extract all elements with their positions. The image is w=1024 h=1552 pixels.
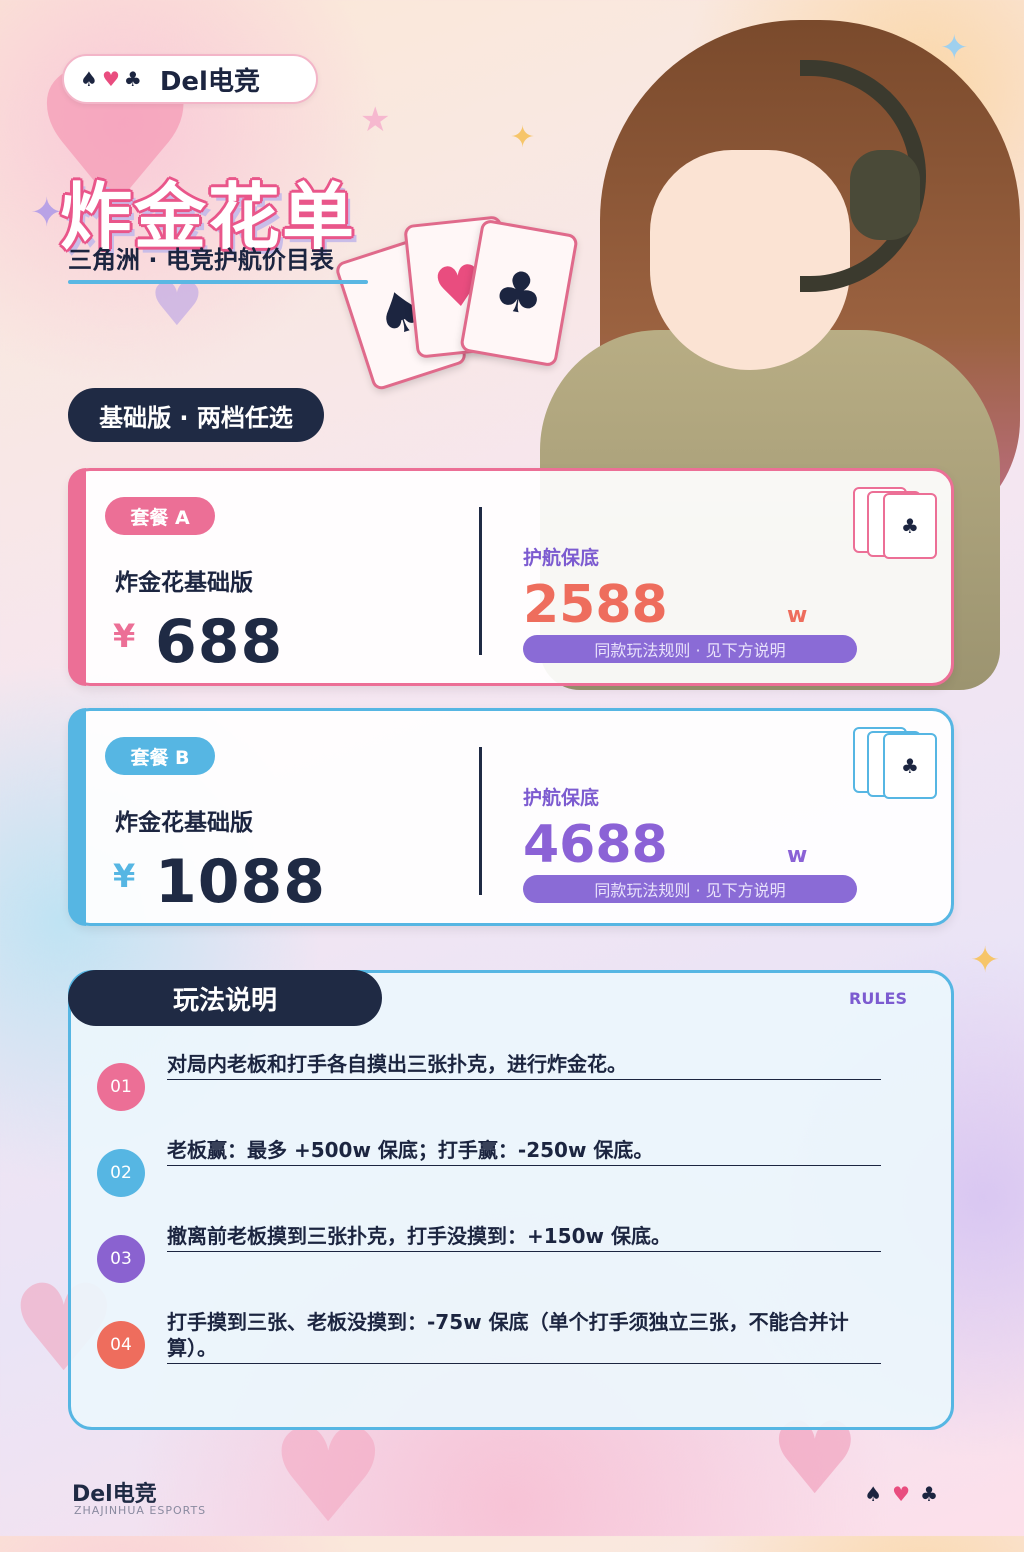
package-name: 炸金花基础版 bbox=[115, 570, 253, 596]
rule-text: 老板赢：最多 +500w 保底；打手赢：-250w 保底。 bbox=[167, 1137, 881, 1166]
rules-title: 玩法说明 bbox=[68, 970, 382, 1026]
guarantee-unit: w bbox=[787, 603, 808, 628]
rule-text: 对局内老板和打手各自摸出三张扑克，进行炸金花。 bbox=[167, 1051, 881, 1080]
star-decoration-icon: ✦ bbox=[970, 940, 1001, 981]
package-card-a[interactable]: 套餐 A 炸金花基础版 ¥ 688 护航保底 2588 w 同款玩法规则 · 见… bbox=[68, 468, 954, 686]
star-decoration-icon: ✦ bbox=[940, 28, 969, 68]
footer-suits-icon: ♠♥♣ bbox=[864, 1482, 948, 1506]
suits-icon: ♠♥♣ bbox=[80, 67, 146, 91]
rule-number: 01 bbox=[97, 1063, 145, 1111]
guarantee-value: 2588 bbox=[523, 575, 668, 635]
rules-panel: 玩法说明 RULES 01 对局内老板和打手各自摸出三张扑克，进行炸金花。 02… bbox=[68, 970, 954, 1430]
star-decoration-icon: ✦ bbox=[510, 120, 536, 155]
footer-subtitle: ZHAJINHUA ESPORTS bbox=[74, 1504, 207, 1517]
brand-pill: ♠♥♣ Del电竞 bbox=[62, 54, 318, 104]
headset-earcup-icon bbox=[850, 150, 920, 240]
package-tag: 套餐 B bbox=[105, 737, 215, 775]
package-name: 炸金花基础版 bbox=[115, 810, 253, 836]
star-decoration-icon: ★ bbox=[360, 100, 391, 140]
guarantee-label: 护航保底 bbox=[523, 547, 600, 569]
package-tag: 套餐 A bbox=[105, 497, 215, 535]
guarantee-label: 护航保底 bbox=[523, 787, 600, 809]
package-price: 1088 bbox=[155, 847, 326, 917]
guarantee-unit: w bbox=[787, 843, 808, 868]
subtitle-underline bbox=[68, 280, 368, 284]
rule-text: 打手摸到三张、老板没摸到：-75w 保底（单个打手须独立三张，不能合并计算）。 bbox=[167, 1309, 881, 1364]
page-subtitle: 三角洲 · 电竞护航价目表 bbox=[68, 246, 334, 274]
guarantee-note: 同款玩法规则 · 见下方说明 bbox=[523, 635, 857, 663]
section-label: 基础版 · 两档任选 bbox=[68, 388, 324, 442]
package-price: 688 bbox=[155, 607, 284, 677]
card-stack-icon: ♣ bbox=[853, 727, 939, 799]
guarantee-value: 4688 bbox=[523, 815, 668, 875]
star-decoration-icon: ✦ bbox=[30, 190, 64, 236]
currency-symbol: ¥ bbox=[113, 617, 136, 655]
divider bbox=[479, 507, 482, 655]
card-stack-icon: ♣ bbox=[853, 487, 939, 559]
rules-title-en: RULES bbox=[849, 989, 907, 1008]
divider bbox=[479, 747, 482, 895]
currency-symbol: ¥ bbox=[113, 857, 136, 895]
package-accent-bar bbox=[68, 468, 86, 686]
rule-number: 04 bbox=[97, 1321, 145, 1369]
rule-text: 撤离前老板摸到三张扑克，打手没摸到：+150w 保底。 bbox=[167, 1223, 881, 1252]
rule-number: 03 bbox=[97, 1235, 145, 1283]
package-accent-bar bbox=[68, 708, 86, 926]
brand-name: Del电竞 bbox=[159, 66, 260, 97]
package-card-b[interactable]: 套餐 B 炸金花基础版 ¥ 1088 护航保底 4688 w 同款玩法规则 · … bbox=[68, 708, 954, 926]
rule-number: 02 bbox=[97, 1149, 145, 1197]
guarantee-note: 同款玩法规则 · 见下方说明 bbox=[523, 875, 857, 903]
